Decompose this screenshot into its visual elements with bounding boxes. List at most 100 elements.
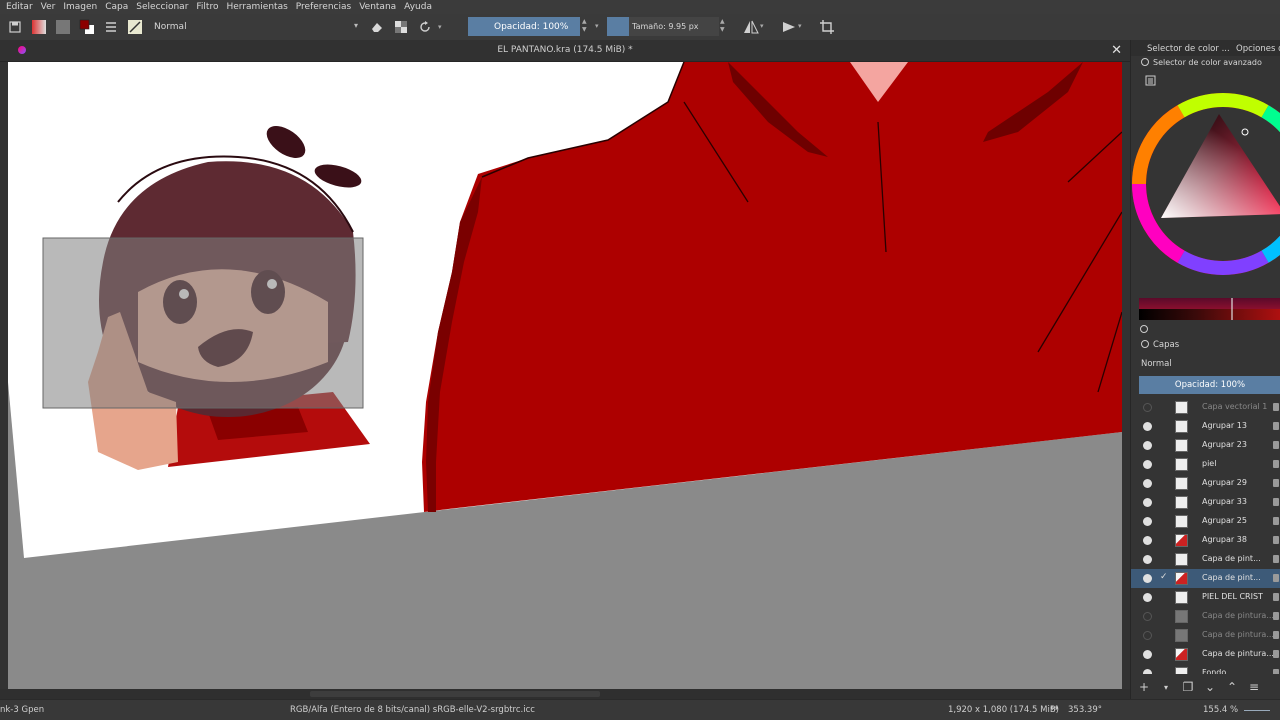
size-slider[interactable]: Tamaño: 9.95 px: [607, 17, 719, 36]
fg-bg-color-icon[interactable]: [78, 18, 96, 36]
eye-icon[interactable]: [1143, 441, 1152, 450]
eye-icon[interactable]: [1143, 574, 1152, 583]
eye-icon[interactable]: [1143, 631, 1152, 640]
status-rotation[interactable]: 353.39°: [1068, 705, 1102, 715]
opacity-spin-icon[interactable]: ▲ ▼: [582, 18, 592, 34]
pattern-icon[interactable]: [54, 18, 72, 36]
menu-imagen[interactable]: Imagen: [63, 2, 97, 12]
layer-row[interactable]: Capa vectorial 1: [1131, 398, 1280, 417]
layer-row[interactable]: Capa de pint...: [1131, 550, 1280, 569]
menu-editar[interactable]: Editar: [6, 2, 33, 12]
menu-ventana[interactable]: Ventana: [359, 2, 396, 12]
eraser-icon[interactable]: [368, 18, 386, 36]
checkmark-icon[interactable]: ✓: [1160, 572, 1168, 582]
layer-row[interactable]: Agrupar 38: [1131, 531, 1280, 550]
move-layer-down-icon[interactable]: ⌄: [1201, 680, 1219, 694]
layer-row[interactable]: Agrupar 33: [1131, 493, 1280, 512]
chevron-down-icon[interactable]: ▾: [595, 22, 599, 30]
menu-ver[interactable]: Ver: [41, 2, 56, 12]
collapse-icon[interactable]: [1141, 58, 1149, 66]
lock-icon[interactable]: [1273, 669, 1279, 674]
canvas[interactable]: [8, 62, 1122, 689]
refresh-icon[interactable]: [1139, 324, 1149, 337]
opacity-slider[interactable]: Opacidad: 100%: [468, 17, 580, 36]
brush-preset-thumb-icon[interactable]: [126, 18, 144, 36]
menu-capa[interactable]: Capa: [105, 2, 128, 12]
blend-mode-select[interactable]: Normal ▾: [150, 18, 360, 36]
lock-icon[interactable]: [1273, 574, 1279, 582]
tab-tool-options[interactable]: Opciones de: [1236, 44, 1280, 54]
scrollbar-thumb[interactable]: [310, 691, 600, 697]
layer-row[interactable]: Agrupar 29: [1131, 474, 1280, 493]
tab-color-selector[interactable]: Selector de color ...: [1147, 44, 1230, 54]
color-history-strip[interactable]: [1139, 298, 1280, 320]
layer-row[interactable]: Capa de pintura...: [1131, 645, 1280, 664]
eye-icon[interactable]: [1143, 650, 1152, 659]
alpha-lock-icon[interactable]: [392, 18, 410, 36]
eye-icon[interactable]: [1143, 422, 1152, 431]
lock-icon[interactable]: [1273, 460, 1279, 468]
eye-icon[interactable]: [1143, 536, 1152, 545]
reset-icon[interactable]: [416, 18, 434, 36]
chevron-down-icon[interactable]: ▾: [438, 23, 442, 31]
layer-blend-select[interactable]: Normal: [1141, 359, 1172, 369]
lock-icon[interactable]: [1273, 403, 1279, 411]
menu-ayuda[interactable]: Ayuda: [404, 2, 432, 12]
eye-icon[interactable]: [1143, 479, 1152, 488]
chevron-down-icon[interactable]: ▾: [798, 22, 802, 30]
layer-row[interactable]: Capa de pintura...: [1131, 607, 1280, 626]
eye-icon[interactable]: [1143, 517, 1152, 526]
layer-properties-icon[interactable]: ≡: [1245, 680, 1263, 694]
color-wheel[interactable]: [1131, 80, 1280, 290]
move-layer-up-icon[interactable]: ⌃: [1223, 680, 1241, 694]
zoom-slider[interactable]: [1244, 710, 1270, 711]
layer-row[interactable]: piel: [1131, 455, 1280, 474]
eye-icon[interactable]: [1143, 555, 1152, 564]
layer-row[interactable]: Agrupar 13: [1131, 417, 1280, 436]
eye-icon[interactable]: [1143, 612, 1152, 621]
layer-row[interactable]: PIEL DEL CRIST: [1131, 588, 1280, 607]
chevron-down-icon[interactable]: ▾: [760, 22, 764, 30]
lock-icon[interactable]: [1273, 517, 1279, 525]
layer-row[interactable]: Capa de pintura...: [1131, 626, 1280, 645]
eye-icon[interactable]: [1143, 460, 1152, 469]
collapse-icon[interactable]: [1141, 340, 1149, 348]
lock-icon[interactable]: [1273, 650, 1279, 658]
layer-opacity-slider[interactable]: Opacidad: 100%: [1139, 376, 1280, 394]
status-zoom[interactable]: 155.4 %: [1203, 705, 1238, 715]
lock-icon[interactable]: [1273, 441, 1279, 449]
eye-icon[interactable]: [1143, 669, 1152, 674]
mirror-icon[interactable]: [742, 18, 760, 36]
lock-icon[interactable]: [1273, 536, 1279, 544]
gradient-icon[interactable]: [30, 18, 48, 36]
eye-icon[interactable]: [1143, 498, 1152, 507]
menu-herramientas[interactable]: Herramientas: [226, 2, 287, 12]
menu-filtro[interactable]: Filtro: [196, 2, 218, 12]
horizontal-scrollbar[interactable]: [0, 689, 1130, 699]
eye-icon[interactable]: [1143, 593, 1152, 602]
lock-icon[interactable]: [1273, 593, 1279, 601]
layer-row[interactable]: ✓ Capa de pint...: [1131, 569, 1280, 588]
menu-seleccionar[interactable]: Seleccionar: [136, 2, 188, 12]
size-spin-icon[interactable]: ▲ ▼: [720, 18, 730, 34]
lock-icon[interactable]: [1273, 498, 1279, 506]
layer-row[interactable]: Agrupar 23: [1131, 436, 1280, 455]
lock-icon[interactable]: [1273, 555, 1279, 563]
save-icon[interactable]: [6, 18, 24, 36]
chevron-down-icon[interactable]: ▾: [1157, 683, 1175, 692]
close-icon[interactable]: ✕: [1111, 43, 1122, 58]
lock-icon[interactable]: [1273, 422, 1279, 430]
layer-row[interactable]: Agrupar 25: [1131, 512, 1280, 531]
menu-preferencias[interactable]: Preferencias: [296, 2, 351, 12]
rotation-icon[interactable]: ↔: [1050, 703, 1058, 714]
lock-icon[interactable]: [1273, 479, 1279, 487]
brush-presets-icon[interactable]: [102, 18, 120, 36]
lock-icon[interactable]: [1273, 612, 1279, 620]
add-layer-icon[interactable]: +: [1135, 680, 1153, 694]
crop-icon[interactable]: [818, 18, 836, 36]
layer-row[interactable]: Fondo: [1131, 664, 1280, 674]
duplicate-layer-icon[interactable]: ❐: [1179, 680, 1197, 694]
lock-icon[interactable]: [1273, 631, 1279, 639]
eye-icon[interactable]: [1143, 403, 1152, 412]
mirror-vertical-icon[interactable]: [780, 18, 798, 36]
